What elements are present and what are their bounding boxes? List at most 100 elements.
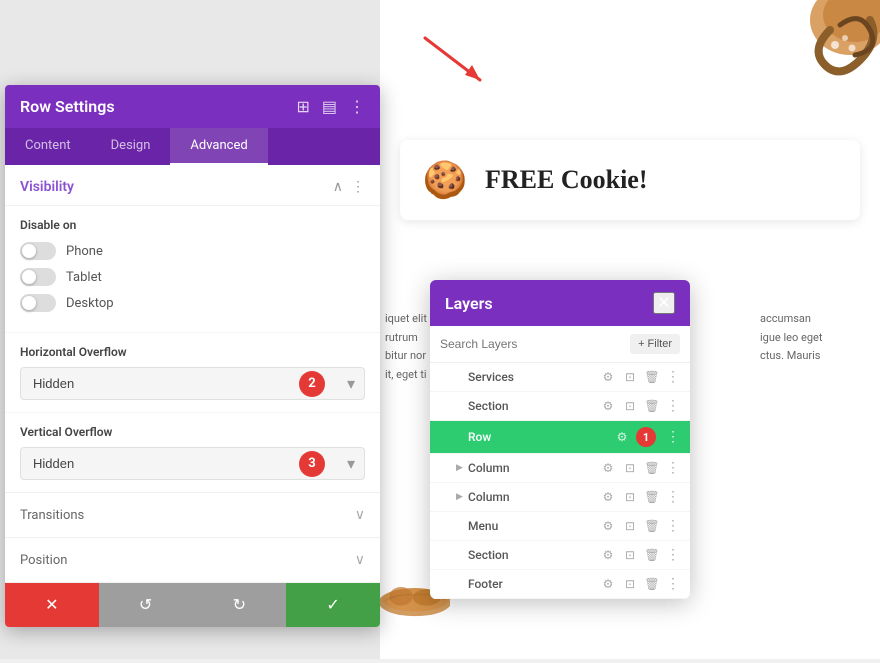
layer-collapse-icon[interactable]: ▶ — [456, 463, 468, 473]
trash-icon[interactable]: 🗑 — [644, 370, 660, 384]
tab-advanced[interactable]: Advanced — [170, 128, 267, 165]
position-accordion[interactable]: Position ∨ — [5, 537, 380, 582]
layer-item-row[interactable]: Row ⚙ 1 ⋮ — [430, 421, 690, 454]
expand-icon[interactable]: ⊞ — [296, 97, 309, 116]
copy-icon[interactable]: ⊡ — [622, 399, 638, 413]
more-icon[interactable]: ⋮ — [666, 547, 680, 563]
more-icon[interactable]: ⋮ — [666, 518, 680, 534]
section-controls: ∧ ⋮ — [333, 179, 365, 195]
save-button[interactable]: ✓ — [286, 583, 380, 627]
layers-filter-button[interactable]: + Filter — [630, 334, 680, 354]
layer-name-column2: Column — [468, 490, 600, 504]
layers-title: Layers — [445, 294, 493, 313]
trash-icon[interactable]: 🗑 — [644, 548, 660, 562]
trash-icon[interactable]: 🗑 — [644, 490, 660, 504]
visibility-title: Visibility — [20, 179, 74, 195]
visibility-section-header: Visibility ∧ ⋮ — [5, 165, 380, 206]
gear-icon[interactable]: ⚙ — [600, 548, 616, 562]
copy-icon[interactable]: ⊡ — [622, 370, 638, 384]
chevron-up-icon[interactable]: ∧ — [333, 179, 343, 195]
horizontal-overflow-select[interactable]: Hidden Visible Scroll Auto — [20, 367, 365, 400]
position-label: Position — [20, 553, 67, 568]
row-badge: 1 — [636, 427, 656, 447]
more-icon[interactable]: ⋮ — [666, 576, 680, 592]
cancel-button[interactable]: ✕ — [5, 583, 99, 627]
copy-icon[interactable]: ⊡ — [622, 490, 638, 504]
more-icon[interactable]: ⋮ — [666, 489, 680, 505]
phone-label: Phone — [66, 244, 103, 259]
layers-close-button[interactable]: ✕ — [653, 292, 675, 314]
trash-icon[interactable]: 🗑 — [644, 461, 660, 475]
vertical-overflow-section: Vertical Overflow Hidden Visible Scroll … — [5, 412, 380, 492]
more-icon[interactable]: ⋮ — [666, 398, 680, 414]
horizontal-overflow-wrapper: Hidden Visible Scroll Auto 2 ▾ — [20, 367, 365, 400]
gear-icon[interactable]: ⚙ — [600, 577, 616, 591]
transitions-label: Transitions — [20, 508, 84, 523]
layer-item-section-1[interactable]: Section ⚙ ⊡ 🗑 ⋮ — [430, 392, 690, 421]
layer-name-footer: Footer — [468, 577, 600, 591]
layer-actions: ⚙ ⊡ 🗑 ⋮ — [600, 576, 680, 592]
layer-item-section-2[interactable]: Section ⚙ ⊡ 🗑 ⋮ — [430, 541, 690, 570]
copy-icon[interactable]: ⊡ — [622, 577, 638, 591]
layers-search-input[interactable] — [440, 337, 622, 351]
panel-header: Row Settings ⊞ ▤ ⋮ — [5, 85, 380, 128]
layer-actions: ⚙ ⊡ 🗑 ⋮ — [600, 369, 680, 385]
layer-collapse-icon[interactable]: ▶ — [456, 492, 468, 502]
gear-icon[interactable]: ⚙ — [600, 519, 616, 533]
tablet-label: Tablet — [66, 270, 102, 285]
gear-icon[interactable]: ⚙ — [600, 461, 616, 475]
layer-actions: ⚙ ⊡ 🗑 ⋮ — [600, 518, 680, 534]
phone-toggle[interactable] — [20, 242, 56, 260]
cookie-text: FREE Cookie! — [485, 165, 648, 195]
layer-name-row: Row — [468, 430, 614, 444]
cookie-icon: 🍪 — [420, 155, 470, 205]
layer-actions: ⚙ ⊡ 🗑 ⋮ — [600, 398, 680, 414]
layers-header: Layers ✕ — [430, 280, 690, 326]
layer-name-section2: Section — [468, 548, 600, 562]
disable-on-title: Disable on — [20, 218, 365, 232]
more-icon[interactable]: ⋮ — [666, 460, 680, 476]
layer-item-menu[interactable]: Menu ⚙ ⊡ 🗑 ⋮ — [430, 512, 690, 541]
tab-design[interactable]: Design — [91, 128, 171, 165]
gear-icon[interactable]: ⚙ — [600, 490, 616, 504]
layer-name-column1: Column — [468, 461, 600, 475]
more-icon[interactable]: ⋮ — [349, 97, 365, 116]
more-options-icon[interactable]: ⋮ — [351, 179, 365, 195]
layer-actions: ⚙ ⊡ 🗑 ⋮ — [600, 460, 680, 476]
vertical-overflow-select[interactable]: Hidden Visible Scroll Auto — [20, 447, 365, 480]
trash-icon[interactable]: 🗑 — [644, 577, 660, 591]
tab-content[interactable]: Content — [5, 128, 91, 165]
gear-icon[interactable]: ⚙ — [600, 370, 616, 384]
trash-icon[interactable]: 🗑 — [644, 399, 660, 413]
red-arrow — [420, 30, 500, 90]
columns-icon[interactable]: ▤ — [322, 97, 337, 116]
layer-item-column-2[interactable]: ▶ Column ⚙ ⊡ 🗑 ⋮ — [430, 483, 690, 512]
copy-icon[interactable]: ⊡ — [622, 519, 638, 533]
layer-name-menu: Menu — [468, 519, 600, 533]
horizontal-overflow-section: Horizontal Overflow Hidden Visible Scrol… — [5, 332, 380, 412]
more-icon[interactable]: ⋮ — [666, 369, 680, 385]
copy-icon[interactable]: ⊡ — [622, 461, 638, 475]
panel-body: Visibility ∧ ⋮ Disable on Phone Tablet D… — [5, 165, 380, 627]
layer-item-services[interactable]: Services ⚙ ⊡ 🗑 ⋮ — [430, 363, 690, 392]
trash-icon[interactable]: 🗑 — [644, 519, 660, 533]
transitions-chevron-icon: ∨ — [355, 507, 365, 523]
transitions-accordion[interactable]: Transitions ∨ — [5, 492, 380, 537]
layers-list: Services ⚙ ⊡ 🗑 ⋮ Section ⚙ ⊡ 🗑 ⋮ R — [430, 363, 690, 599]
gear-icon[interactable]: ⚙ — [614, 430, 630, 444]
layer-item-footer[interactable]: Footer ⚙ ⊡ 🗑 ⋮ — [430, 570, 690, 599]
desktop-toggle-row: Desktop — [20, 294, 365, 312]
copy-icon[interactable]: ⊡ — [622, 548, 638, 562]
undo-button[interactable]: ↺ — [99, 583, 193, 627]
panel-tabs: Content Design Advanced — [5, 128, 380, 165]
redo-button[interactable]: ↻ — [193, 583, 287, 627]
panel-title: Row Settings — [20, 97, 115, 116]
desktop-toggle[interactable] — [20, 294, 56, 312]
more-icon[interactable]: ⋮ — [666, 429, 680, 445]
tablet-toggle[interactable] — [20, 268, 56, 286]
layer-name-services: Services — [468, 370, 600, 384]
gear-icon[interactable]: ⚙ — [600, 399, 616, 413]
layer-actions: ⚙ ⊡ 🗑 ⋮ — [600, 489, 680, 505]
desktop-label: Desktop — [66, 296, 114, 311]
layer-item-column-1[interactable]: ▶ Column ⚙ ⊡ 🗑 ⋮ — [430, 454, 690, 483]
